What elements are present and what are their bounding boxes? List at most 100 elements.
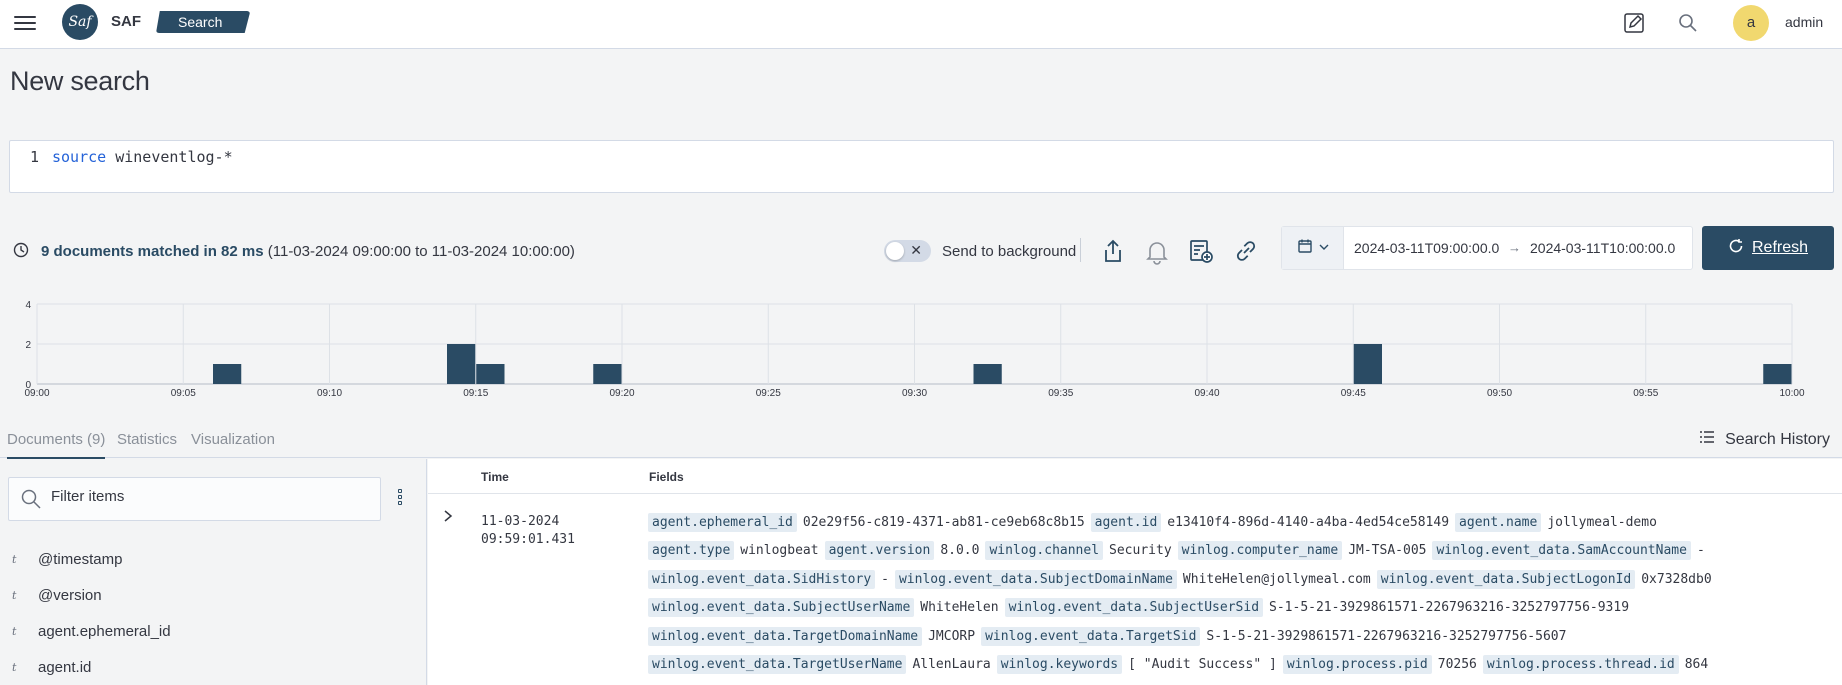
x-tick-label: 09:05	[171, 388, 196, 399]
send-to-background-label: Send to background	[942, 243, 1077, 260]
column-header-fields[interactable]: Fields	[649, 470, 684, 484]
field-value[interactable]: WhiteHelen@jollymeal.com	[1183, 572, 1371, 587]
tab-visualization[interactable]: Visualization	[191, 431, 275, 448]
field-key[interactable]: agent.type	[648, 541, 735, 561]
field-value[interactable]: jollymeal-demo	[1547, 515, 1657, 530]
row-timestamp: 11-03-2024 09:59:01.431	[481, 513, 575, 549]
query-editor[interactable]: 1 source wineventlog-*	[9, 140, 1834, 193]
field-name: @timestamp	[38, 550, 123, 568]
send-to-background-toggle[interactable]: ✕	[884, 240, 931, 262]
close-icon: ✕	[910, 242, 922, 258]
field-value[interactable]: Security	[1109, 543, 1172, 558]
field-value[interactable]: 70256	[1438, 657, 1477, 672]
field-name: agent.id	[38, 658, 92, 676]
field-key[interactable]: winlog.computer_name	[1177, 541, 1343, 561]
field-list-item[interactable]: t @version	[12, 584, 102, 606]
match-summary: 9 documents matched in 82 ms (11-03-2024…	[41, 243, 575, 260]
row-fields: agent.ephemeral_id 02e29f56-c819-4371-ab8…	[648, 509, 1828, 679]
field-key[interactable]: winlog.event_data.SidHistory	[648, 569, 876, 589]
list-icon	[1699, 430, 1715, 449]
share-icon[interactable]	[1098, 236, 1128, 266]
field-value[interactable]: JMCORP	[928, 629, 975, 644]
search-icon[interactable]	[1675, 10, 1701, 36]
type-icon: t	[12, 660, 17, 674]
field-key[interactable]: winlog.event_data.TargetDomainName	[648, 626, 923, 646]
options-icon[interactable]	[398, 489, 406, 511]
field-key[interactable]: agent.id	[1090, 513, 1162, 532]
field-value[interactable]: winlogbeat	[740, 543, 818, 558]
link-icon[interactable]	[1231, 236, 1261, 266]
field-name: @version	[38, 586, 102, 604]
field-value[interactable]: JM-TSA-005	[1348, 543, 1426, 558]
field-line: winlog.event_data.SubjectUserName WhiteHe…	[648, 594, 1828, 622]
match-count: 9 documents matched in 82 ms	[41, 243, 264, 260]
field-key[interactable]: winlog.event_data.SubjectLogonId	[1376, 569, 1636, 589]
date-start[interactable]: 2024-03-11T09:00:00.0	[1354, 240, 1499, 256]
tab-documents[interactable]: Documents (9)	[7, 431, 106, 459]
field-key[interactable]: winlog.event_data.SubjectDomainName	[894, 569, 1177, 589]
toggle-knob	[886, 242, 904, 260]
field-value[interactable]: -	[1697, 543, 1705, 558]
field-key[interactable]: winlog.event_data.SubjectUserName	[648, 598, 915, 618]
histogram-bar	[1763, 364, 1792, 384]
date-quick-select[interactable]	[1282, 227, 1344, 269]
menu-icon[interactable]	[14, 12, 36, 32]
breadcrumb-search[interactable]: Search	[156, 11, 251, 33]
filter-items-field[interactable]	[8, 477, 381, 521]
avatar[interactable]: a	[1733, 5, 1769, 41]
field-value[interactable]: [ "Audit Success" ]	[1128, 657, 1277, 672]
x-tick-label: 09:45	[1341, 388, 1366, 399]
field-name: agent.ephemeral_id	[38, 622, 171, 640]
field-key[interactable]: winlog.event_data.TargetSid	[981, 626, 1201, 646]
bell-icon[interactable]	[1142, 236, 1172, 266]
refresh-label: Refresh	[1751, 239, 1809, 256]
field-value[interactable]: S-1-5-21-3929861571-2267963216-325279775…	[1206, 629, 1566, 644]
field-key[interactable]: agent.ephemeral_id	[648, 513, 797, 532]
documents-table: Time Fields 11-03-2024 09:59:01.431 agen…	[428, 459, 1842, 685]
date-range-picker: 2024-03-11T09:00:00.0 → 2024-03-11T10:00…	[1281, 226, 1693, 270]
field-key[interactable]: winlog.process.thread.id	[1482, 654, 1679, 674]
field-value[interactable]: e13410f4-896d-4140-a4ba-4ed54ce58149	[1167, 515, 1449, 530]
field-line: agent.type winlogbeat agent.version 8.0.0 wi…	[648, 537, 1828, 565]
query-argument: wineventlog-*	[106, 148, 233, 166]
date-end[interactable]: 2024-03-11T10:00:00.0	[1530, 240, 1675, 256]
field-key[interactable]: winlog.event_data.SubjectUserSid	[1004, 598, 1264, 618]
histogram-bar	[476, 364, 505, 384]
column-header-time[interactable]: Time	[481, 470, 509, 484]
field-value[interactable]: 8.0.0	[940, 543, 979, 558]
field-key[interactable]: winlog.keywords	[996, 654, 1123, 674]
field-value[interactable]: WhiteHelen	[920, 600, 998, 615]
field-list-item[interactable]: t agent.id	[12, 656, 91, 678]
histogram-bar	[447, 344, 476, 384]
field-value[interactable]: S-1-5-21-3929861571-2267963216-325279775…	[1269, 600, 1629, 615]
field-key[interactable]: winlog.event_data.TargetUserName	[648, 654, 907, 674]
x-tick-label: 09:10	[317, 388, 342, 399]
username[interactable]: admin	[1785, 14, 1823, 30]
y-tick-label: 4	[25, 300, 31, 311]
add-report-icon[interactable]	[1186, 236, 1216, 266]
field-value[interactable]: 02e29f56-c819-4371-ab81-ce9eb68c8b15	[803, 515, 1085, 530]
search-history-button[interactable]: Search History	[1699, 430, 1830, 449]
chevron-right-icon[interactable]	[442, 509, 454, 528]
field-value[interactable]: 864	[1685, 657, 1708, 672]
field-key[interactable]: agent.name	[1455, 513, 1542, 532]
field-key[interactable]: winlog.channel	[985, 541, 1104, 561]
type-icon: t	[12, 552, 17, 566]
field-value[interactable]: AllenLaura	[912, 657, 990, 672]
refresh-button[interactable]: Refresh	[1702, 226, 1834, 270]
tab-statistics[interactable]: Statistics	[117, 431, 177, 448]
field-key[interactable]: winlog.event_data.SamAccountName	[1432, 541, 1691, 561]
edit-icon[interactable]	[1621, 10, 1647, 36]
field-line: winlog.event_data.TargetUserName AllenLau…	[648, 651, 1828, 679]
field-value[interactable]: 0x7328db0	[1641, 572, 1711, 587]
row-date: 11-03-2024	[481, 514, 560, 529]
filter-items-input[interactable]	[51, 488, 361, 505]
app-logo[interactable]: Saf	[62, 4, 98, 40]
field-list-item[interactable]: t agent.ephemeral_id	[12, 620, 171, 642]
field-key[interactable]: agent.version	[824, 541, 935, 561]
field-key[interactable]: winlog.process.pid	[1282, 654, 1432, 674]
histogram-bar	[593, 364, 622, 384]
field-value[interactable]: -	[881, 572, 889, 587]
clock-icon	[13, 242, 29, 263]
field-list-item[interactable]: t @timestamp	[12, 548, 122, 570]
